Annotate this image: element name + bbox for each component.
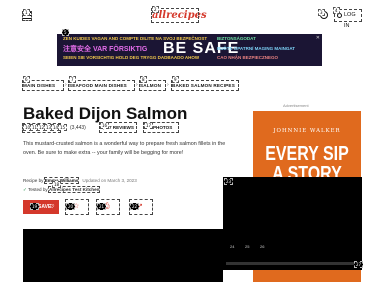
site-header: allrecipes LOG IN bbox=[0, 0, 372, 30]
byline-prefix: Recipe by bbox=[23, 178, 45, 183]
author-link[interactable]: Emma Williams bbox=[43, 177, 80, 184]
chevron-right-icon: › bbox=[65, 82, 67, 88]
marker: 7 bbox=[69, 76, 76, 83]
marker: 22 bbox=[130, 203, 140, 210]
marker: 18 bbox=[52, 181, 62, 188]
banner-text: CAO NHẬN BEZPIECZNEGO bbox=[217, 55, 279, 60]
save-label: SAVE bbox=[38, 204, 52, 210]
video-label: 24 bbox=[230, 244, 235, 249]
chevron-right-icon: › bbox=[167, 82, 169, 88]
marker: 9 bbox=[172, 76, 179, 83]
page-title: Baked Dijon Salmon bbox=[23, 104, 188, 123]
breadcrumb-item[interactable]: SEAFOOD MAIN DISHES bbox=[68, 80, 135, 91]
marker: 20 bbox=[66, 203, 76, 210]
video-label: 25 bbox=[245, 244, 250, 249]
marker: 2 bbox=[152, 6, 159, 13]
tested-by: ✓ Tested by Allrecipes Test Kitchen bbox=[23, 186, 101, 193]
marker: 8 bbox=[140, 76, 147, 83]
login-label: LOG IN bbox=[344, 12, 356, 29]
marker: 17 bbox=[144, 122, 154, 129]
content-block bbox=[23, 229, 223, 282]
marker: 19 bbox=[30, 203, 40, 210]
ad-banner[interactable]: ZEN KUIDES VAGAN AND COMPTE DILITE NA SV… bbox=[57, 34, 322, 66]
banner-text: 注意安全 VAR FÖRSIKTIG bbox=[63, 46, 148, 53]
marker: 4 bbox=[333, 7, 340, 14]
banner-text: SEIEN SIE VORSICHTIG HOLD DEG TRYGG DADB… bbox=[63, 55, 200, 60]
site-logo[interactable]: allrecipes bbox=[151, 8, 207, 23]
marker: 5 bbox=[62, 29, 69, 36]
tested-prefix: Tested by bbox=[28, 187, 50, 192]
marker: 27 bbox=[354, 261, 364, 268]
video-progress-bar[interactable] bbox=[226, 262, 359, 265]
marker: 23 bbox=[224, 178, 234, 185]
close-icon[interactable]: ✕ bbox=[316, 35, 320, 41]
chevron-right-icon: › bbox=[136, 82, 138, 88]
rating-count: (3,443) bbox=[70, 125, 86, 131]
recipe-byline: Recipe by Emma Williams Updated on March … bbox=[23, 177, 137, 184]
video-label: 26 bbox=[260, 244, 265, 249]
marker: 1 bbox=[23, 9, 30, 16]
recipe-description: This mustard-crusted salmon is a wonderf… bbox=[23, 141, 226, 156]
marker: 3 bbox=[318, 9, 325, 16]
marker: 15 bbox=[58, 124, 68, 131]
ad-brand: JOHNNIE WALKER bbox=[273, 128, 341, 134]
video-player[interactable] bbox=[223, 177, 362, 270]
marker: 21 bbox=[97, 203, 107, 210]
check-icon: ✓ bbox=[23, 187, 27, 192]
banner-text: BUĎTE OPATRNÍ MAGING MAINGAT bbox=[217, 46, 295, 51]
marker: 16 bbox=[100, 122, 110, 129]
page: allrecipes LOG IN 1 2 3 4 ZEN KUIDES VAG… bbox=[0, 0, 372, 282]
ad-label: Advertisement bbox=[283, 103, 309, 108]
updated-date: Updated on March 3, 2023 bbox=[82, 178, 137, 183]
marker: 6 bbox=[23, 76, 30, 83]
save-button[interactable]: ♡ SAVE bbox=[23, 200, 59, 214]
breadcrumb-item[interactable]: BAKED SALMON RECIPES bbox=[171, 80, 239, 91]
